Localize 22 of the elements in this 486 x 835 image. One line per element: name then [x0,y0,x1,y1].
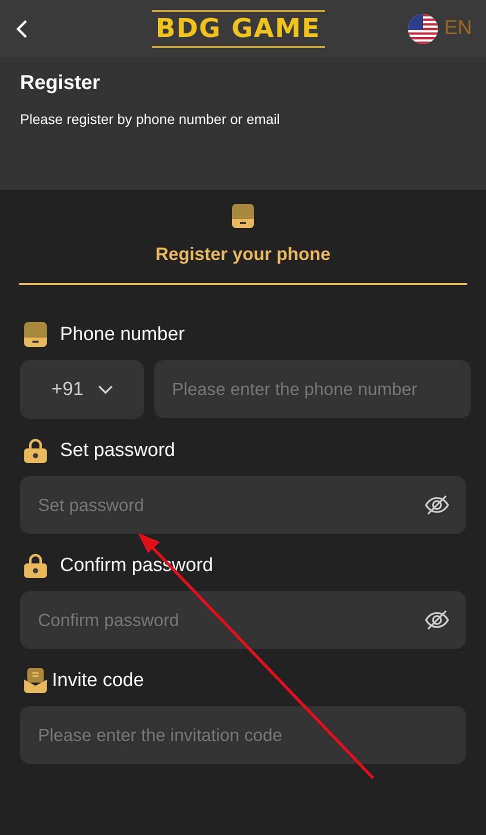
eye-off-icon[interactable] [424,609,450,631]
input-field[interactable]: Set password [20,476,466,534]
input-field[interactable]: Confirm password [20,591,466,649]
back-icon [16,18,28,38]
field-label: Set password [60,440,176,462]
input-field[interactable]: Please enter the phone number [154,360,471,418]
phone-icon [231,202,255,230]
flag-icon [408,14,438,44]
page-title: Register [20,72,102,95]
envelope-icon [23,667,48,694]
lock-icon [23,437,48,464]
phone-icon [23,321,48,348]
logo: BDG GAME [152,10,325,48]
field-label: Phone number [60,324,185,346]
page-subtitle: Please register by phone number or email [20,111,281,127]
country-code-dropdown[interactable]: +91 [20,360,144,419]
field-label: Invite code [52,670,144,692]
input-field[interactable]: Please enter the invitation code [20,706,466,764]
tab[interactable]: Register your phone [19,202,467,285]
lock-icon [23,552,48,579]
caret-icon [98,385,113,394]
eye-off-icon[interactable] [424,494,450,516]
